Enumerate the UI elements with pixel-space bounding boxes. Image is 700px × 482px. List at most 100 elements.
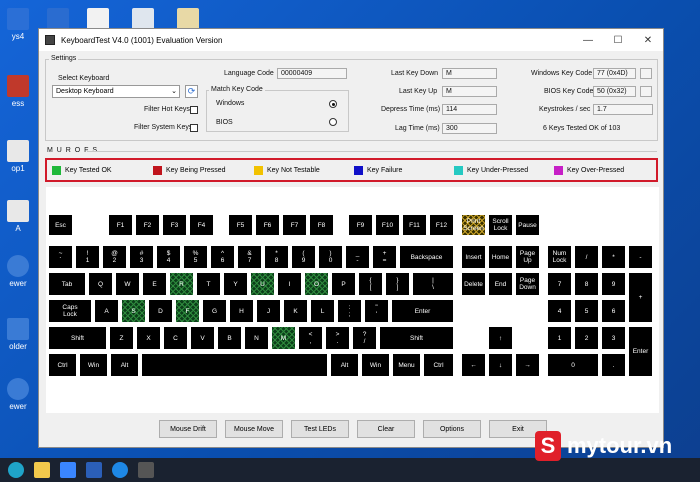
- key-semicolon[interactable]: : ;: [338, 300, 361, 322]
- key-f10[interactable]: F10: [376, 215, 399, 235]
- key-left-win[interactable]: Win: [80, 354, 107, 376]
- maximize-button[interactable]: ☐: [603, 29, 633, 51]
- edge-icon[interactable]: [8, 462, 24, 478]
- key-right-alt[interactable]: Alt: [331, 354, 358, 376]
- key-numpad-4[interactable]: 4: [548, 300, 571, 322]
- key-numpad-9[interactable]: 9: [602, 273, 625, 295]
- key-1[interactable]: ! 1: [76, 246, 99, 268]
- bios-radio[interactable]: [329, 118, 337, 126]
- key-0[interactable]: ) 0: [319, 246, 342, 268]
- key-right-ctrl[interactable]: Ctrl: [424, 354, 453, 376]
- key-insert[interactable]: Insert: [462, 246, 485, 268]
- key-r[interactable]: R: [170, 273, 193, 295]
- key-arrow-left[interactable]: ←: [462, 354, 485, 376]
- key-home[interactable]: Home: [489, 246, 512, 268]
- key-numpad-enter[interactable]: Enter: [629, 327, 652, 376]
- key-y[interactable]: Y: [224, 273, 247, 295]
- key-d[interactable]: D: [149, 300, 172, 322]
- key-end[interactable]: End: [489, 273, 512, 295]
- key-g[interactable]: G: [203, 300, 226, 322]
- key-quote[interactable]: " ': [365, 300, 388, 322]
- key-f1[interactable]: F1: [109, 215, 132, 235]
- close-button[interactable]: ✕: [633, 29, 663, 51]
- key-page-down[interactable]: Page Down: [516, 273, 539, 295]
- key-space[interactable]: [142, 354, 327, 376]
- key-2[interactable]: @ 2: [103, 246, 126, 268]
- mouse-move-button[interactable]: Mouse Move: [225, 420, 283, 438]
- desktop-icon[interactable]: ys4: [0, 8, 36, 41]
- key-backslash[interactable]: | \: [413, 273, 453, 295]
- key-arrow-down[interactable]: ↓: [489, 354, 512, 376]
- file-explorer-icon[interactable]: [34, 462, 50, 478]
- key-f8[interactable]: F8: [310, 215, 333, 235]
- key-z[interactable]: Z: [110, 327, 133, 349]
- key-minus[interactable]: _ -: [346, 246, 369, 268]
- key-n[interactable]: N: [245, 327, 268, 349]
- key-period[interactable]: > .: [326, 327, 349, 349]
- key-numpad-0[interactable]: 0: [548, 354, 598, 376]
- clear-button[interactable]: Clear: [357, 420, 415, 438]
- store-icon[interactable]: [60, 462, 76, 478]
- key-7[interactable]: & 7: [238, 246, 261, 268]
- key-f11[interactable]: F11: [403, 215, 426, 235]
- key-t[interactable]: T: [197, 273, 220, 295]
- key-left-bracket[interactable]: { [: [359, 273, 382, 295]
- desktop-icon[interactable]: ewer: [0, 378, 36, 411]
- key-b[interactable]: B: [218, 327, 241, 349]
- key-p[interactable]: P: [332, 273, 355, 295]
- desktop-icon[interactable]: A: [0, 200, 36, 233]
- key-3[interactable]: # 3: [130, 246, 153, 268]
- key-8[interactable]: * 8: [265, 246, 288, 268]
- word-icon[interactable]: [86, 462, 102, 478]
- key-o[interactable]: O: [305, 273, 328, 295]
- key-tab[interactable]: Tab: [49, 273, 85, 295]
- key-equals[interactable]: + =: [373, 246, 396, 268]
- desktop-icon[interactable]: older: [0, 318, 36, 351]
- key-numpad-5[interactable]: 5: [575, 300, 598, 322]
- key-delete[interactable]: Delete: [462, 273, 485, 295]
- key-esc[interactable]: Esc: [49, 215, 72, 235]
- key-menu[interactable]: Menu: [393, 354, 420, 376]
- key-numpad-7[interactable]: 7: [548, 273, 571, 295]
- desktop-icon[interactable]: ess: [0, 75, 36, 108]
- key-arrow-up[interactable]: ↑: [489, 327, 512, 349]
- key-left-shift[interactable]: Shift: [49, 327, 106, 349]
- key-q[interactable]: Q: [89, 273, 112, 295]
- key-caps-lock[interactable]: Caps Lock: [49, 300, 91, 322]
- key-arrow-right[interactable]: →: [516, 354, 539, 376]
- key-num-lock[interactable]: Num Lock: [548, 246, 571, 268]
- key-v[interactable]: V: [191, 327, 214, 349]
- key-backspace[interactable]: Backspace: [400, 246, 453, 268]
- key-numpad-8[interactable]: 8: [575, 273, 598, 295]
- key-k[interactable]: K: [284, 300, 307, 322]
- key-pause[interactable]: Pause: [516, 215, 539, 235]
- key-f9[interactable]: F9: [349, 215, 372, 235]
- key-numpad-6[interactable]: 6: [602, 300, 625, 322]
- key-i[interactable]: I: [278, 273, 301, 295]
- key-numpad-divide[interactable]: /: [575, 246, 598, 268]
- filter-system-keys-checkbox[interactable]: [190, 124, 198, 132]
- key-e[interactable]: E: [143, 273, 166, 295]
- key-tilde[interactable]: ~ `: [49, 246, 72, 268]
- keyboard-select[interactable]: Desktop Keyboard ⌄: [52, 85, 180, 98]
- key-right-bracket[interactable]: } ]: [386, 273, 409, 295]
- key-numpad-decimal[interactable]: .: [602, 354, 625, 376]
- key-l[interactable]: L: [311, 300, 334, 322]
- key-x[interactable]: X: [137, 327, 160, 349]
- key-5[interactable]: % 5: [184, 246, 207, 268]
- key-right-win[interactable]: Win: [362, 354, 389, 376]
- test-leds-button[interactable]: Test LEDs: [291, 420, 349, 438]
- key-u[interactable]: U: [251, 273, 274, 295]
- key-f6[interactable]: F6: [256, 215, 279, 235]
- mouse-drift-button[interactable]: Mouse Drift: [159, 420, 217, 438]
- key-scroll-lock[interactable]: Scroll Lock: [489, 215, 512, 235]
- key-left-ctrl[interactable]: Ctrl: [49, 354, 76, 376]
- desktop-icon[interactable]: ewer: [0, 255, 36, 288]
- key-left-alt[interactable]: Alt: [111, 354, 138, 376]
- key-f4[interactable]: F4: [190, 215, 213, 235]
- key-j[interactable]: J: [257, 300, 280, 322]
- key-right-shift[interactable]: Shift: [380, 327, 453, 349]
- key-numpad-add[interactable]: +: [629, 273, 652, 322]
- key-f7[interactable]: F7: [283, 215, 306, 235]
- key-f[interactable]: F: [176, 300, 199, 322]
